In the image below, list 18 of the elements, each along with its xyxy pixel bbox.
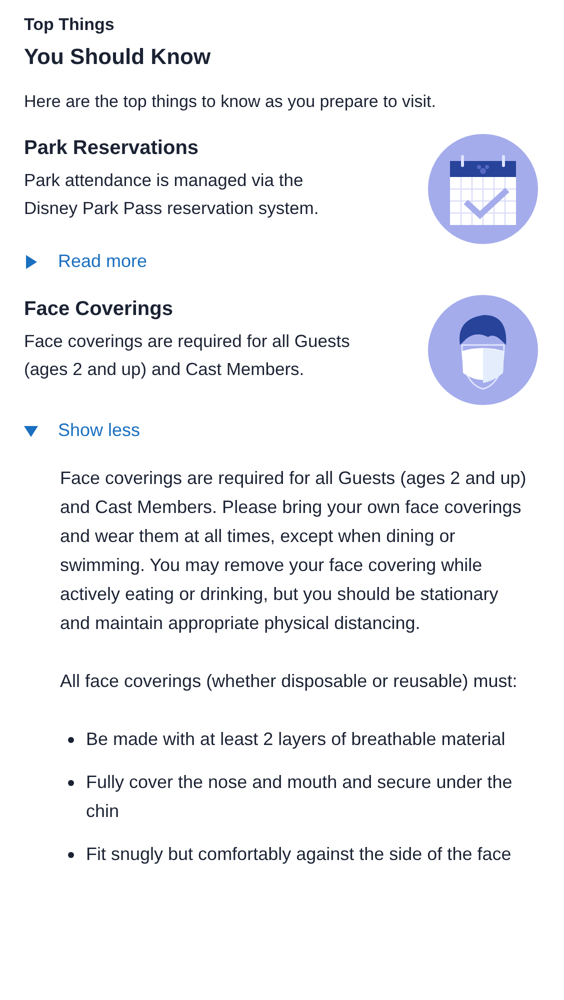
triangle-right-icon bbox=[24, 254, 38, 268]
triangle-down-icon bbox=[24, 424, 38, 438]
expand-toggle[interactable]: Show less bbox=[24, 417, 140, 444]
bullet-text: Fit snugly but comfortably against the side of the face bbox=[86, 843, 512, 866]
bullet-text: Fully cover the nose and mouth and secure under the chin bbox=[86, 771, 514, 823]
expand-toggle[interactable]: Read more bbox=[24, 248, 148, 275]
section-summary: Face coverings are required for all Guests (ages 2 and up) and Cast Members. bbox=[24, 330, 351, 381]
calendar-check-icon bbox=[428, 134, 538, 244]
section-heading: Face Coverings bbox=[24, 297, 174, 322]
page-title: You Should Know bbox=[24, 42, 212, 70]
detail-paragraph: Face coverings are required for all Guests (ages 2 and up) and Cast Members. Please bring your own face coverings and wear them at all times, except when dining or swimming. You may remove your face covering while actively eating or drinking, but you should be stationary and maintain appropriate physical distancing. bbox=[60, 467, 528, 635]
intro-text: Here are the top things to know as you prepare to visit. bbox=[24, 90, 438, 112]
section-summary: Park attendance is managed via the Disney Park Pass reservation system. bbox=[24, 169, 320, 220]
face-mask-person-icon bbox=[428, 295, 538, 405]
eyebrow-title: Top Things bbox=[24, 14, 116, 36]
section-heading: Park Reservations bbox=[24, 136, 200, 161]
bullet-text: Be made with at least 2 layers of breathable material bbox=[86, 728, 506, 751]
detail-paragraph: All face coverings (whether disposable or reusable) must: bbox=[60, 670, 518, 693]
